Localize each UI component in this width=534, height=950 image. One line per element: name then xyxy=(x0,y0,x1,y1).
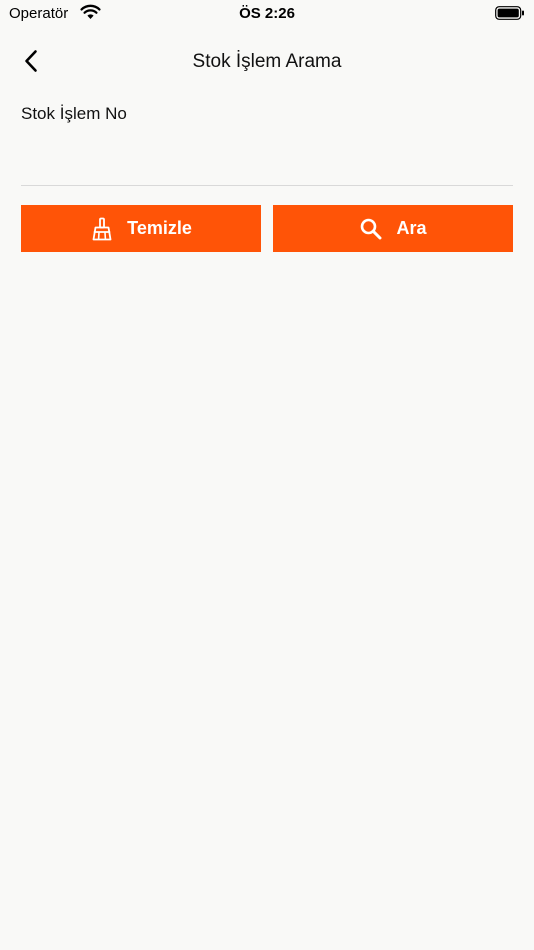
broom-icon xyxy=(90,217,114,241)
page-title: Stok İşlem Arama xyxy=(192,51,342,72)
battery-icon xyxy=(495,6,525,20)
navigation-bar: Stok İşlem Arama xyxy=(0,38,534,88)
chevron-left-icon xyxy=(24,49,38,78)
stock-transaction-no-input[interactable] xyxy=(21,140,513,186)
back-button[interactable] xyxy=(14,46,48,80)
status-time: ÖS 2:26 xyxy=(239,5,295,22)
search-button[interactable]: Ara xyxy=(273,205,513,252)
search-icon xyxy=(359,217,383,241)
stock-transaction-no-label: Stok İşlem No xyxy=(21,104,127,123)
clear-button-label: Temizle xyxy=(127,218,192,238)
status-bar: Operatör ÖS 2:26 xyxy=(0,0,534,28)
clear-button[interactable]: Temizle xyxy=(21,205,261,252)
search-button-label: Ara xyxy=(396,218,427,238)
